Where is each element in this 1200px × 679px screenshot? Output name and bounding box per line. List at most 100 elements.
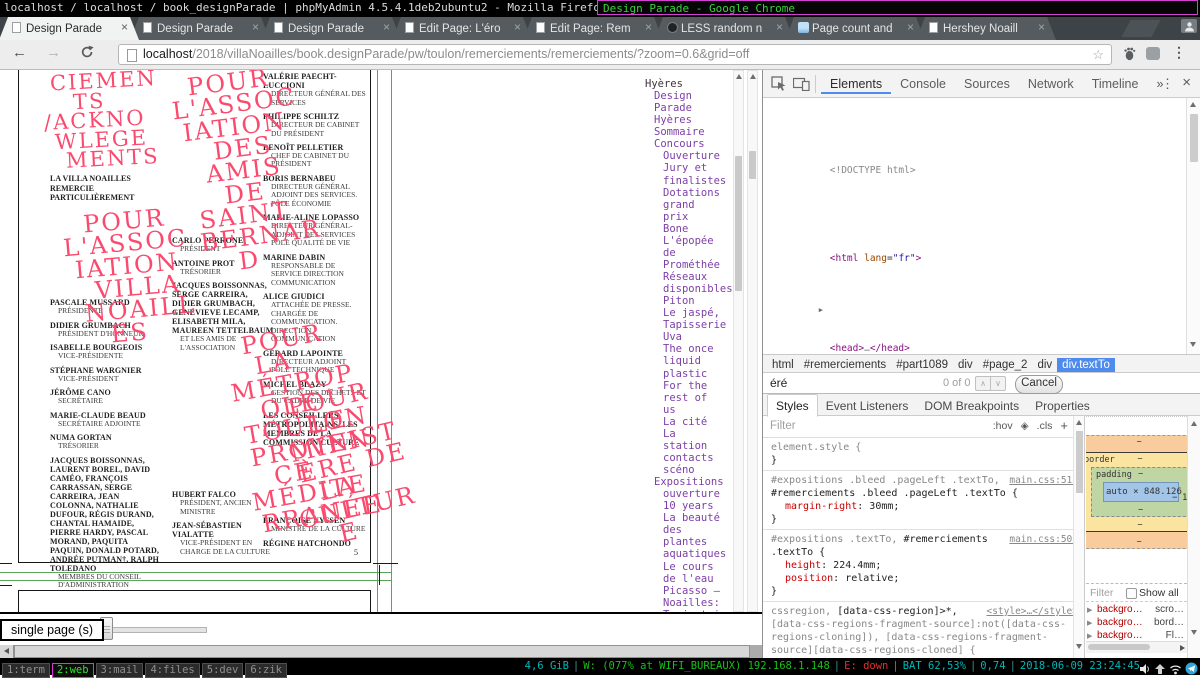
- box-model-border[interactable]: border padding auto × 848.126: [1086, 452, 1187, 532]
- scroll-up-icon[interactable]: [750, 74, 756, 79]
- workspace-button[interactable]: 3:mail: [96, 663, 144, 678]
- back-button[interactable]: ←: [12, 44, 27, 61]
- devtools-tab[interactable]: Console: [891, 70, 955, 94]
- css-source-link[interactable]: main.css:501: [1009, 533, 1078, 546]
- wifi-icon[interactable]: [1169, 660, 1182, 679]
- volume-icon[interactable]: [1139, 660, 1151, 679]
- property-name[interactable]: margin-right: [785, 501, 869, 512]
- css-rule[interactable]: <style>…</style> cssregion, [data-css-re…: [763, 602, 1084, 658]
- devtools-tab[interactable]: Timeline: [1083, 70, 1148, 94]
- tab-close-icon[interactable]: ×: [1035, 21, 1048, 35]
- tab-close-icon[interactable]: ×: [773, 21, 786, 35]
- tree-scrollbar[interactable]: [1186, 98, 1200, 354]
- find-input[interactable]: éré: [770, 376, 787, 390]
- property-value[interactable]: 224.4mm: [833, 560, 881, 571]
- breadcrumb-item[interactable]: #page_2: [978, 358, 1033, 372]
- breadcrumb-item[interactable]: #remerciements: [799, 358, 891, 372]
- nav-link[interactable]: ouverture 10 years: [645, 488, 735, 512]
- nav-link[interactable]: Expositions: [645, 476, 735, 488]
- box-model-padding[interactable]: padding auto × 848.126: [1091, 467, 1187, 517]
- tab-close-icon[interactable]: ×: [904, 21, 917, 35]
- nav-link[interactable]: La station: [645, 428, 735, 452]
- nav-link[interactable]: Réseaux disponibles: [645, 271, 735, 295]
- computed-filter-input[interactable]: Filter: [1090, 587, 1113, 599]
- breadcrumb-item[interactable]: div: [953, 358, 978, 372]
- find-next-icon[interactable]: ∨: [990, 376, 1006, 391]
- new-rule-icon[interactable]: +: [1060, 418, 1068, 433]
- nav-link[interactable]: Hyères: [645, 114, 735, 126]
- sidebar-tab[interactable]: Properties: [1027, 395, 1098, 416]
- nav-link[interactable]: Le cours de l'eau: [645, 561, 735, 585]
- styles-scrollbar[interactable]: [1073, 416, 1085, 658]
- nav-link[interactable]: Hyères: [645, 78, 735, 90]
- nav-link[interactable]: The once liquid plastic: [645, 343, 735, 379]
- horizontal-scrollbar[interactable]: [0, 645, 762, 658]
- property-value[interactable]: 30mm: [869, 501, 899, 512]
- browser-menu-icon[interactable]: ⋮: [1172, 44, 1186, 61]
- address-bar[interactable]: localhost/2018/villaNoailles/book.design…: [118, 44, 1112, 65]
- tab-close-icon[interactable]: ×: [380, 21, 393, 35]
- css-declaration[interactable]: height224.4mm: [771, 559, 1078, 572]
- browser-tab[interactable]: Page count and ×: [785, 17, 925, 40]
- nav-link[interactable]: Sommaire: [645, 126, 735, 138]
- scroll-up-icon[interactable]: [736, 74, 742, 79]
- scroll-down-icon[interactable]: [1190, 342, 1196, 347]
- toolbar-toggle-button[interactable]: single page (s): [0, 619, 104, 641]
- box-model-content[interactable]: auto × 848.126: [1103, 482, 1179, 502]
- browser-tab[interactable]: Design Parade ×: [130, 17, 270, 40]
- workspace-button[interactable]: 6:zik: [245, 663, 287, 678]
- gnome-extension-icon[interactable]: [1123, 46, 1136, 66]
- css-source-link[interactable]: main.css:517: [1009, 474, 1078, 487]
- scroll-up-icon[interactable]: [1190, 102, 1196, 107]
- computed-property-row[interactable]: ▶ backgro… bord…: [1086, 617, 1187, 630]
- workspace-button[interactable]: 5:dev: [202, 663, 244, 678]
- computed-property-row[interactable]: ▶ backgro… scro…: [1086, 604, 1187, 617]
- browser-tab[interactable]: LESS random n ×: [654, 17, 794, 40]
- workspace-button[interactable]: 1:term: [2, 663, 50, 678]
- expand-icon[interactable]: ▶: [1087, 606, 1092, 614]
- expand-icon[interactable]: ▶: [1087, 619, 1092, 627]
- property-name[interactable]: position: [785, 573, 845, 584]
- horizontal-scroll-thumb[interactable]: [14, 645, 750, 658]
- nav-scrollbar[interactable]: [733, 70, 744, 612]
- new-tab-button[interactable]: [1121, 20, 1160, 37]
- browser-tab[interactable]: Edit Page: Rem ×: [523, 17, 663, 40]
- scroll-left-icon[interactable]: [0, 645, 14, 658]
- sidebar-tab[interactable]: DOM Breakpoints: [916, 395, 1027, 416]
- box-model-margin[interactable]: border padding auto × 848.126: [1086, 435, 1187, 549]
- breadcrumb-item[interactable]: div.textTo: [1057, 358, 1115, 372]
- breadcrumb-item[interactable]: #part1089: [891, 358, 953, 372]
- css-declaration[interactable]: margin-right30mm: [771, 500, 1078, 513]
- profile-avatar-icon[interactable]: [1181, 19, 1197, 33]
- dom-tree-line[interactable]: ▶ <head>…</head>: [763, 279, 1187, 354]
- browser-tab[interactable]: Design Parade ×: [261, 17, 401, 40]
- tab-close-icon[interactable]: ×: [118, 21, 131, 35]
- nav-link[interactable]: contacts: [645, 452, 735, 464]
- nav-link[interactable]: Design Parade: [645, 90, 735, 114]
- nav-link[interactable]: La beauté des plantes aquatiques: [645, 512, 735, 560]
- extension-icon[interactable]: [1146, 47, 1160, 60]
- css-rule[interactable]: main.css:501 #expositions .textTo, #reme…: [763, 530, 1084, 602]
- nav-link[interactable]: Piton: [645, 295, 735, 307]
- tab-close-icon[interactable]: ×: [642, 21, 655, 35]
- sidebar-tab[interactable]: Styles: [767, 394, 818, 417]
- property-value[interactable]: relative: [845, 573, 899, 584]
- nav-link[interactable]: Dotations grand prix: [645, 187, 735, 223]
- updates-tray-icon[interactable]: [1154, 660, 1166, 679]
- find-cancel-button[interactable]: Cancel: [1015, 375, 1063, 394]
- find-previous-icon[interactable]: ∧: [975, 376, 991, 391]
- nav-link[interactable]: scéno: [645, 464, 735, 476]
- bookmark-star-icon[interactable]: ☆: [1092, 47, 1104, 63]
- devtools-tab[interactable]: Sources: [955, 70, 1019, 94]
- scrollbar-thumb[interactable]: [1088, 644, 1150, 650]
- workspace-button[interactable]: 4:files: [145, 663, 199, 678]
- css-source-link[interactable]: <style>…</style>: [986, 605, 1078, 618]
- scrollbar-thumb[interactable]: [749, 151, 756, 179]
- device-toolbar-icon[interactable]: [793, 77, 810, 96]
- scrollbar-thumb[interactable]: [1076, 431, 1083, 493]
- class-toggle[interactable]: .cls: [1037, 420, 1053, 433]
- browser-tab[interactable]: Hershey Noaill ×: [916, 17, 1056, 40]
- scroll-down-icon[interactable]: [1076, 644, 1082, 649]
- tree-expand-icon[interactable]: ▶: [819, 304, 830, 317]
- nav-link[interactable]: For the rest of us: [645, 380, 735, 416]
